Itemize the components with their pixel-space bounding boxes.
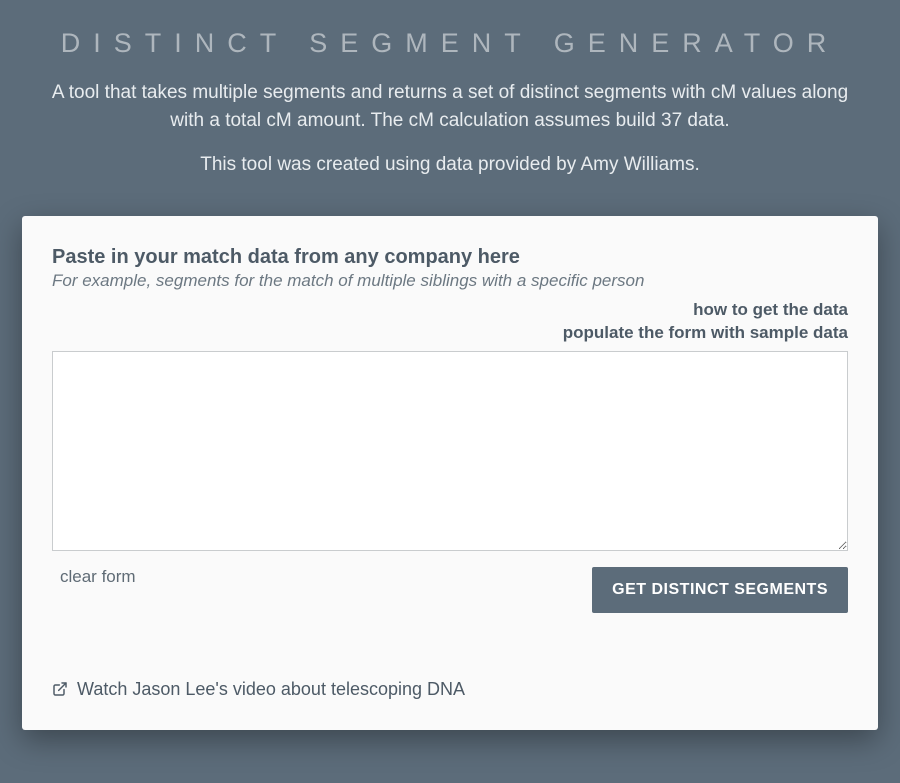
video-link-line: Watch Jason Lee's video about telescopin… <box>52 679 848 702</box>
how-to-get-data-link[interactable]: how to get the data <box>693 300 848 319</box>
form-heading: Paste in your match data from any compan… <box>52 246 848 269</box>
watch-video-link[interactable]: Watch Jason Lee's video about telescopin… <box>77 679 465 699</box>
helper-links: how to get the data populate the form wi… <box>52 299 848 345</box>
page-title: DISTINCT SEGMENT GENERATOR <box>0 0 900 69</box>
form-subheading: For example, segments for the match of m… <box>52 271 848 291</box>
populate-sample-data-link[interactable]: populate the form with sample data <box>563 323 848 342</box>
get-distinct-segments-button[interactable]: GET DISTINCT SEGMENTS <box>592 567 848 613</box>
form-card: Paste in your match data from any compan… <box>22 216 878 730</box>
segments-input[interactable] <box>52 351 848 551</box>
credits-prefix: This tool was created using data provide… <box>200 154 580 175</box>
credits-suffix: . <box>694 154 699 175</box>
form-actions: clear form GET DISTINCT SEGMENTS <box>52 561 848 617</box>
credits-author-link[interactable]: Amy Williams <box>580 154 694 175</box>
tool-credits: This tool was created using data provide… <box>0 146 900 196</box>
clear-form-link[interactable]: clear form <box>60 567 136 587</box>
tool-description: A tool that takes multiple segments and … <box>0 69 900 146</box>
external-link-icon <box>52 681 68 702</box>
